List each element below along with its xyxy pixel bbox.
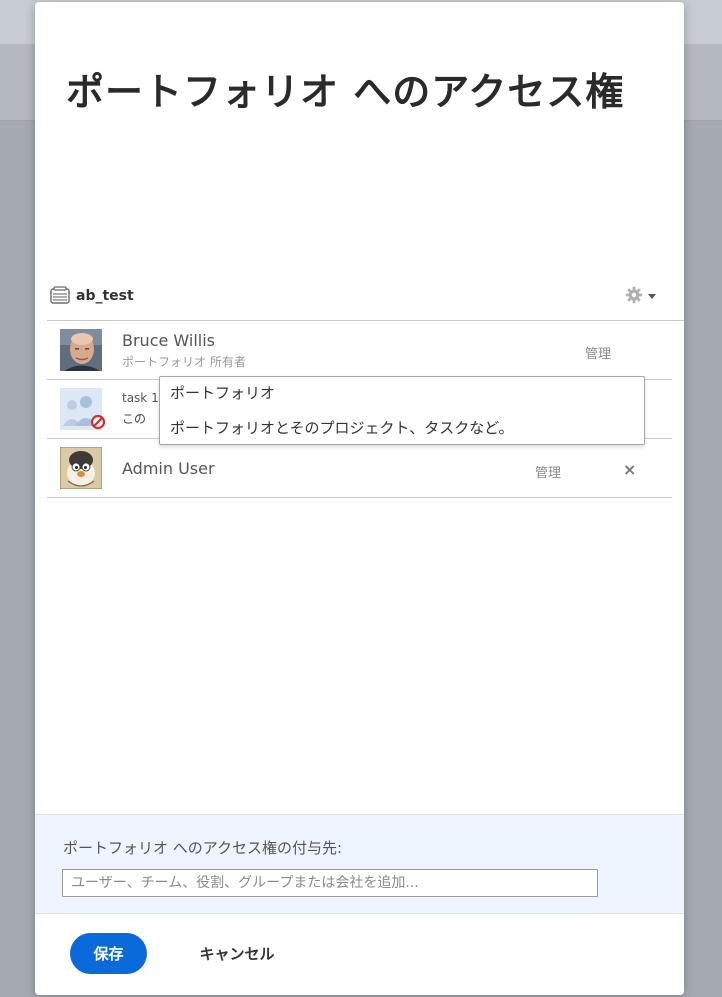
portfolio-icon [50, 286, 70, 304]
chevron-down-icon [648, 294, 656, 299]
permission-tooltip: ポートフォリオ ポートフォリオとそのプロジェクト、タスクなど。 [159, 376, 645, 445]
object-name: ab_test [76, 288, 134, 304]
user-role: この [122, 412, 147, 426]
user-row: Bruce Willis ポートフォリオ 所有者 管理 [47, 321, 672, 380]
avatar [60, 329, 102, 371]
settings-menu-button[interactable] [625, 286, 661, 308]
cancel-button[interactable]: キャンセル [183, 933, 291, 974]
access-dialog: ポートフォリオ へのアクセス権 ab_test Bruce Willis ポート… [35, 2, 684, 995]
remove-user-button[interactable]: × [623, 460, 636, 479]
gear-icon [625, 286, 643, 304]
avatar [60, 447, 102, 489]
tooltip-title: ポートフォリオ [170, 384, 276, 402]
permission-dropdown[interactable]: 管理 [535, 462, 561, 481]
permission-dropdown[interactable]: 管理 [585, 343, 611, 362]
user-role: ポートフォリオ 所有者 [122, 355, 246, 369]
tooltip-description: ポートフォリオとそのプロジェクト、タスクなど。 [170, 419, 514, 437]
user-row: Admin User 管理 × [47, 439, 672, 498]
blocked-icon [90, 414, 106, 430]
dialog-title: ポートフォリオ へのアクセス権 [66, 70, 625, 114]
object-header: ab_test [35, 278, 684, 316]
user-name: Bruce Willis [122, 331, 216, 350]
share-section: ポートフォリオ へのアクセス権の付与先: [35, 814, 684, 914]
user-name: task 1 [122, 391, 159, 405]
save-button[interactable]: 保存 [70, 933, 147, 974]
share-input[interactable] [62, 869, 598, 897]
share-label: ポートフォリオ へのアクセス権の付与先: [63, 839, 343, 857]
user-name: Admin User [122, 459, 215, 478]
